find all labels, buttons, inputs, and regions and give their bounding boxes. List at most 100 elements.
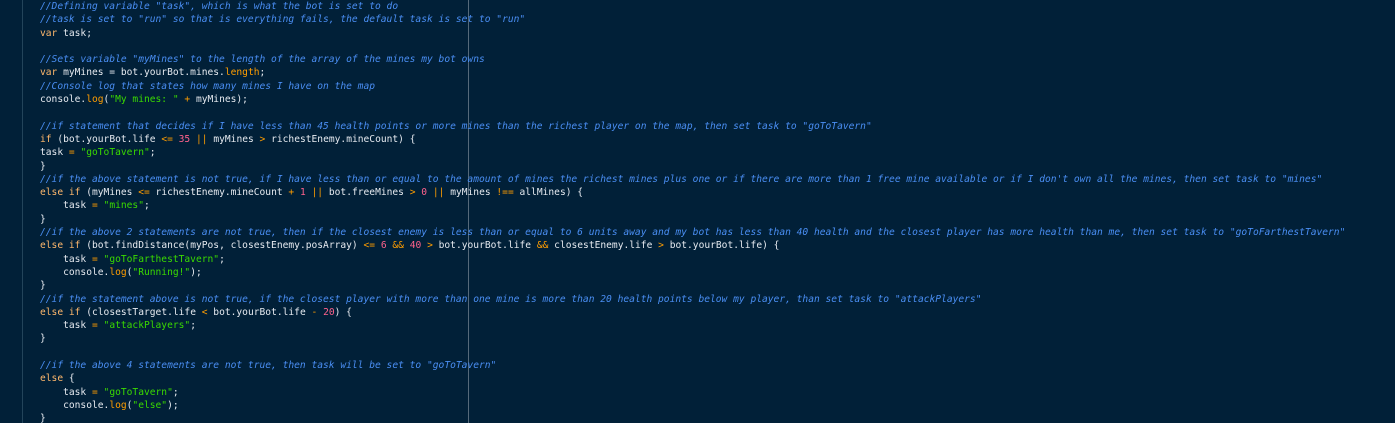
code-token-string: "goToFarthestTavern" bbox=[103, 253, 220, 265]
code-token-plain: ); bbox=[167, 399, 179, 411]
code-line[interactable]: else if (bot.findDistance(myPos, closest… bbox=[40, 239, 1395, 252]
code-line[interactable]: var task; bbox=[40, 27, 1395, 40]
code-line[interactable]: //Defining variable "task", which is wha… bbox=[40, 0, 1395, 13]
code-token-plain: bot.yourBot.life) { bbox=[663, 240, 780, 252]
code-token-op: <= bbox=[161, 133, 173, 145]
code-token-plain: ; bbox=[172, 386, 179, 398]
code-line[interactable]: //task is set to "run" so that is everyt… bbox=[40, 13, 1395, 26]
code-token-comment: //if the above 2 statements are not true… bbox=[40, 227, 1346, 239]
code-token-plain: richestEnemy.mineCount bbox=[149, 187, 289, 199]
code-token-comment: //if the above statement is not true, if… bbox=[40, 173, 1323, 185]
code-line[interactable]: if (bot.yourBot.life <= 35 || myMines > … bbox=[40, 133, 1395, 146]
code-token-string: "attackPlayers" bbox=[103, 320, 191, 332]
code-token-plain: task bbox=[40, 253, 92, 265]
code-line[interactable]: //if statement that decides if I have le… bbox=[40, 120, 1395, 133]
code-token-op: !== bbox=[496, 187, 514, 199]
code-token-plain: ); bbox=[190, 266, 202, 278]
code-line[interactable]: //if the above statement is not true, if… bbox=[40, 173, 1395, 186]
code-line[interactable]: ​ bbox=[40, 346, 1395, 359]
code-token-string: "goToTavern" bbox=[80, 147, 150, 159]
code-token-prop: length bbox=[224, 67, 260, 79]
code-token-op: || bbox=[196, 133, 208, 145]
code-token-keyword: var bbox=[40, 67, 58, 79]
code-token-string: "else" bbox=[132, 399, 168, 411]
code-line[interactable]: var myMines = bot.yourBot.mines.length; bbox=[40, 66, 1395, 79]
code-token-plain: myMines bbox=[207, 133, 260, 145]
code-token-plain: myMines bbox=[444, 187, 497, 199]
code-token-plain: } bbox=[40, 213, 46, 225]
code-token-plain: } bbox=[40, 413, 46, 423]
code-token-keyword: else bbox=[40, 306, 64, 318]
code-token-keyword: var bbox=[40, 27, 58, 39]
code-line[interactable]: //if the statement above is not true, if… bbox=[40, 293, 1395, 306]
code-token-number: 35 bbox=[178, 133, 191, 145]
code-line[interactable]: else { bbox=[40, 372, 1395, 385]
code-token-number: 40 bbox=[409, 240, 422, 252]
code-token-plain: task bbox=[40, 320, 92, 332]
code-token-plain: task bbox=[40, 147, 69, 159]
code-line[interactable]: } bbox=[40, 160, 1395, 173]
code-token-op: || bbox=[432, 187, 445, 199]
code-line[interactable]: console.log("Running!"); bbox=[40, 266, 1395, 279]
code-token-plain: ; bbox=[259, 67, 266, 79]
code-token-keyword: else bbox=[40, 187, 64, 199]
code-line[interactable]: ​ bbox=[40, 106, 1395, 119]
code-token-plain: ; bbox=[143, 200, 150, 212]
code-token-keyword: if bbox=[68, 187, 81, 199]
code-token-string: "Running!" bbox=[132, 266, 191, 278]
code-token-comment: //if the above 4 statements are not true… bbox=[40, 360, 497, 372]
code-token-op: && bbox=[392, 240, 404, 252]
code-token-comment: //Console log that states how many mines… bbox=[40, 80, 376, 92]
code-line[interactable]: } bbox=[40, 279, 1395, 292]
code-line[interactable]: //if the above 2 statements are not true… bbox=[40, 226, 1395, 239]
code-line[interactable]: console.log("My mines: " + myMines); bbox=[40, 93, 1395, 106]
code-token-plain: bot.freeMines bbox=[323, 187, 410, 199]
code-editor[interactable]: //Defining variable "task", which is wha… bbox=[0, 0, 1395, 423]
code-line[interactable]: task = "goToTavern"; bbox=[40, 146, 1395, 159]
code-token-plain: task; bbox=[57, 27, 92, 39]
code-token-prop: log bbox=[86, 94, 104, 106]
code-token-keyword: if bbox=[40, 133, 52, 145]
code-line[interactable]: task = "goToFarthestTavern"; bbox=[40, 253, 1395, 266]
code-line[interactable]: else if (myMines <= richestEnemy.mineCou… bbox=[40, 186, 1395, 199]
code-line[interactable]: //Sets variable "myMines" to the length … bbox=[40, 53, 1395, 66]
code-token-comment: //Sets variable "myMines" to the length … bbox=[40, 54, 485, 66]
code-token-op: || bbox=[311, 187, 324, 199]
code-token-comment: //Defining variable "task", which is wha… bbox=[40, 1, 399, 12]
code-line[interactable]: task = "mines"; bbox=[40, 199, 1395, 212]
code-token-plain: (bot.findDistance(myPos, closestEnemy.po… bbox=[80, 240, 364, 252]
code-line[interactable]: //if the above 4 statements are not true… bbox=[40, 359, 1395, 372]
code-token-plain: (closestTarget.life bbox=[80, 306, 202, 318]
code-area[interactable]: //Defining variable "task", which is wha… bbox=[40, 0, 1395, 423]
code-line[interactable]: task = "goToTavern"; bbox=[40, 386, 1395, 399]
code-token-plain: bot.yourBot.life bbox=[432, 240, 537, 252]
code-token-plain: ) { bbox=[334, 306, 352, 318]
code-token-plain: richestEnemy.mineCount) { bbox=[265, 133, 416, 145]
code-line[interactable]: console.log("else"); bbox=[40, 399, 1395, 412]
code-token-comment: //task is set to "run" so that is everyt… bbox=[40, 14, 526, 26]
code-token-plain: ; bbox=[190, 320, 196, 332]
code-token-string: "mines" bbox=[103, 200, 144, 212]
code-token-plain: ; bbox=[219, 253, 225, 265]
code-token-prop: log bbox=[109, 399, 127, 411]
code-token-keyword: if bbox=[68, 240, 81, 252]
indent-guide bbox=[22, 0, 23, 423]
code-line[interactable]: ​ bbox=[40, 40, 1395, 53]
code-line[interactable]: //Console log that states how many mines… bbox=[40, 80, 1395, 93]
code-token-plain: (bot.yourBot.life bbox=[51, 133, 162, 145]
code-line[interactable]: } bbox=[40, 332, 1395, 345]
code-token-number: 20 bbox=[323, 306, 335, 318]
code-line[interactable]: else if (closestTarget.life < bot.yourBo… bbox=[40, 306, 1395, 319]
code-token-prop: log bbox=[109, 266, 127, 278]
code-token-plain: ; bbox=[149, 147, 156, 159]
code-token-keyword: else bbox=[40, 240, 64, 252]
code-token-plain: bot.yourBot.life bbox=[207, 306, 312, 318]
code-line[interactable]: } bbox=[40, 213, 1395, 226]
code-token-keyword: if bbox=[68, 306, 81, 318]
code-line[interactable]: task = "attackPlayers"; bbox=[40, 319, 1395, 332]
code-token-keyword: else bbox=[40, 373, 64, 385]
code-token-string: "My mines: " bbox=[109, 94, 179, 106]
code-token-plain: closestEnemy.life bbox=[548, 240, 659, 252]
code-token-plain: } bbox=[40, 280, 46, 292]
code-line[interactable]: } bbox=[40, 412, 1395, 423]
